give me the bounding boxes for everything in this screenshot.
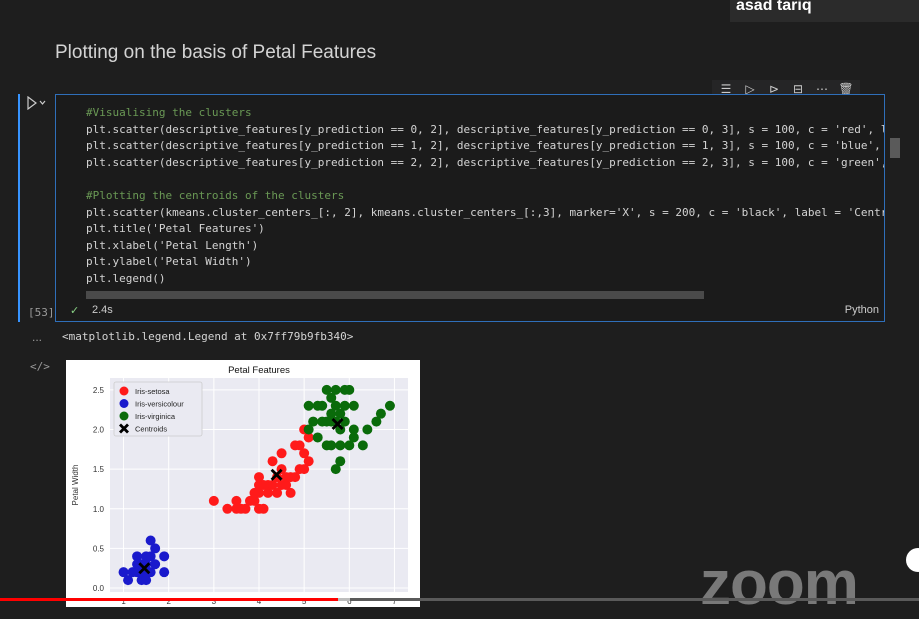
participant-name: asad tariq [736,0,812,14]
data-point [384,400,395,411]
success-check-icon: ✓ [70,305,80,317]
data-point [344,440,355,451]
y-tick-label: 2.0 [93,426,105,435]
data-point [312,432,323,443]
data-point [258,503,269,514]
legend-label: Centroids [135,425,167,434]
code-editor-text[interactable]: #Visualising the clusters plt.scatter(de… [86,105,884,288]
legend: Iris-setosa Iris-versicolour Iris-virginic… [113,381,203,437]
notebook-heading: Plotting on the basis of Petal Features [55,42,377,63]
data-point [290,472,301,483]
output-code-icon[interactable]: </> [30,360,50,373]
data-point [231,495,242,506]
legend-label: Iris-versicolour [135,400,184,409]
data-point [299,464,310,475]
video-progress-buffered [338,598,350,601]
y-tick-label: 0.0 [93,584,105,593]
data-point [159,567,170,578]
data-point [267,456,278,467]
data-point [357,440,368,451]
code-cell-editor[interactable]: #Visualising the clusters plt.scatter(de… [55,94,885,322]
legend-marker [119,399,129,408]
legend-marker [119,411,129,421]
participant-video-tile: asad tariq [730,0,919,22]
data-point [312,400,323,411]
data-point [348,400,359,411]
data-point [335,440,346,451]
data-point [330,464,341,475]
cell-status-bar: ✓ 2.4s Python [55,304,885,320]
data-point [339,400,350,411]
y-tick-label: 2.5 [93,386,105,395]
cell-language[interactable]: Python [845,304,879,316]
y-tick-label: 1.0 [93,505,105,514]
cell-focus-indicator [18,94,20,322]
code-line-11: plt.legend() [86,271,166,285]
code-line-4: plt.scatter(descriptive_features[y_predi… [86,155,884,169]
data-point [276,448,287,459]
legend-label: Iris-virginica [135,412,176,421]
data-point [348,424,359,435]
output-text: <matplotlib.legend.Legend at 0x7ff79b9fb… [62,330,354,343]
data-point [330,384,341,395]
code-line-8: plt.title('Petal Features') [86,222,265,236]
data-point [303,400,314,411]
data-point [326,440,337,451]
vertical-scrollbar[interactable] [890,138,900,158]
code-line-7: plt.scatter(kmeans.cluster_centers_[:, 2… [86,205,884,219]
data-point [375,408,386,419]
plot-output-image: 1 2 3 4 5 6 7 0.0 0.5 1.0 1.5 2.0 2.5 Petal Features P… [66,360,420,616]
floating-button[interactable] [906,548,919,572]
data-point [159,551,170,562]
data-point [344,384,355,395]
horizontal-scrollbar[interactable] [86,291,704,299]
y-tick-label: 1.5 [93,465,105,474]
code-line-3: plt.scatter(descriptive_features[y_predi… [86,139,881,153]
y-axis-label: Petal Width [71,465,80,506]
code-line-10: plt.ylabel('Petal Width') [86,255,252,269]
data-point [222,503,233,514]
legend-marker [119,386,129,396]
play-icon [27,95,46,111]
execution-count: [53] [28,306,55,319]
code-line-2: plt.scatter(descriptive_features[y_predi… [86,122,884,136]
data-point [317,416,328,427]
code-line-6: #Plotting the centroids of the clusters [86,188,345,202]
y-tick-label: 0.5 [93,544,105,553]
video-progress-played [0,598,338,601]
data-point [362,424,373,435]
code-line-1: #Visualising the clusters [86,106,252,119]
run-cell-button[interactable] [26,95,48,114]
data-point [254,472,264,483]
data-point [285,487,296,498]
zoom-watermark: zoom [700,549,859,618]
scatter-chart: 1 2 3 4 5 6 70.00.51.01.52.02.5Petal FeaturesP… [71,365,408,616]
data-point [208,495,219,506]
legend-label: Iris-setosa [135,387,170,396]
code-line-9: plt.xlabel('Petal Length') [86,238,259,252]
chart-title: Petal Features [228,365,290,376]
output-more-icon[interactable]: ... [32,330,42,344]
execution-time: 2.4s [92,304,113,316]
data-point [303,424,314,435]
data-point [294,440,305,451]
